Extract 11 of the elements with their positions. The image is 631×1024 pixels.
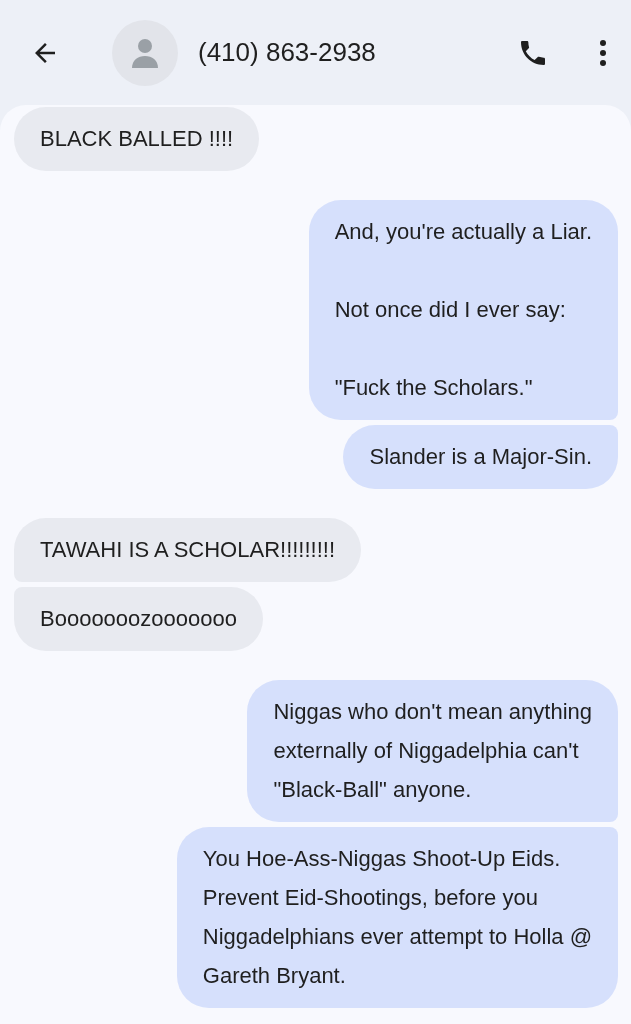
sent-message: Slander is a Major-Sin. xyxy=(343,425,618,489)
more-options-button[interactable] xyxy=(599,38,607,67)
contact-number: (410) 863-2938 xyxy=(198,37,377,68)
more-options-icon xyxy=(599,38,607,67)
sent-message: Niggas who don't mean anything externally of Niggadelphia can't "Black-Ball" anyone. xyxy=(247,680,618,822)
received-message: TAWAHI IS A SCHOLAR!!!!!!!!! xyxy=(14,518,362,582)
sent-message: And, you're actually a Liar. Not once did I ever say: "Fuck the Scholars." xyxy=(308,200,618,420)
person-icon xyxy=(132,37,158,68)
received-message: BLACK BALLED !!!! xyxy=(14,107,260,171)
received-message: Booooooozooooooo xyxy=(14,587,263,651)
sent-message: You Hoe-Ass-Niggas Shoot-Up Eids. Prevent Eid-Shootings, before you Niggadelphians ever attempt to Holla @ Gareth Bryant. xyxy=(176,827,618,1008)
